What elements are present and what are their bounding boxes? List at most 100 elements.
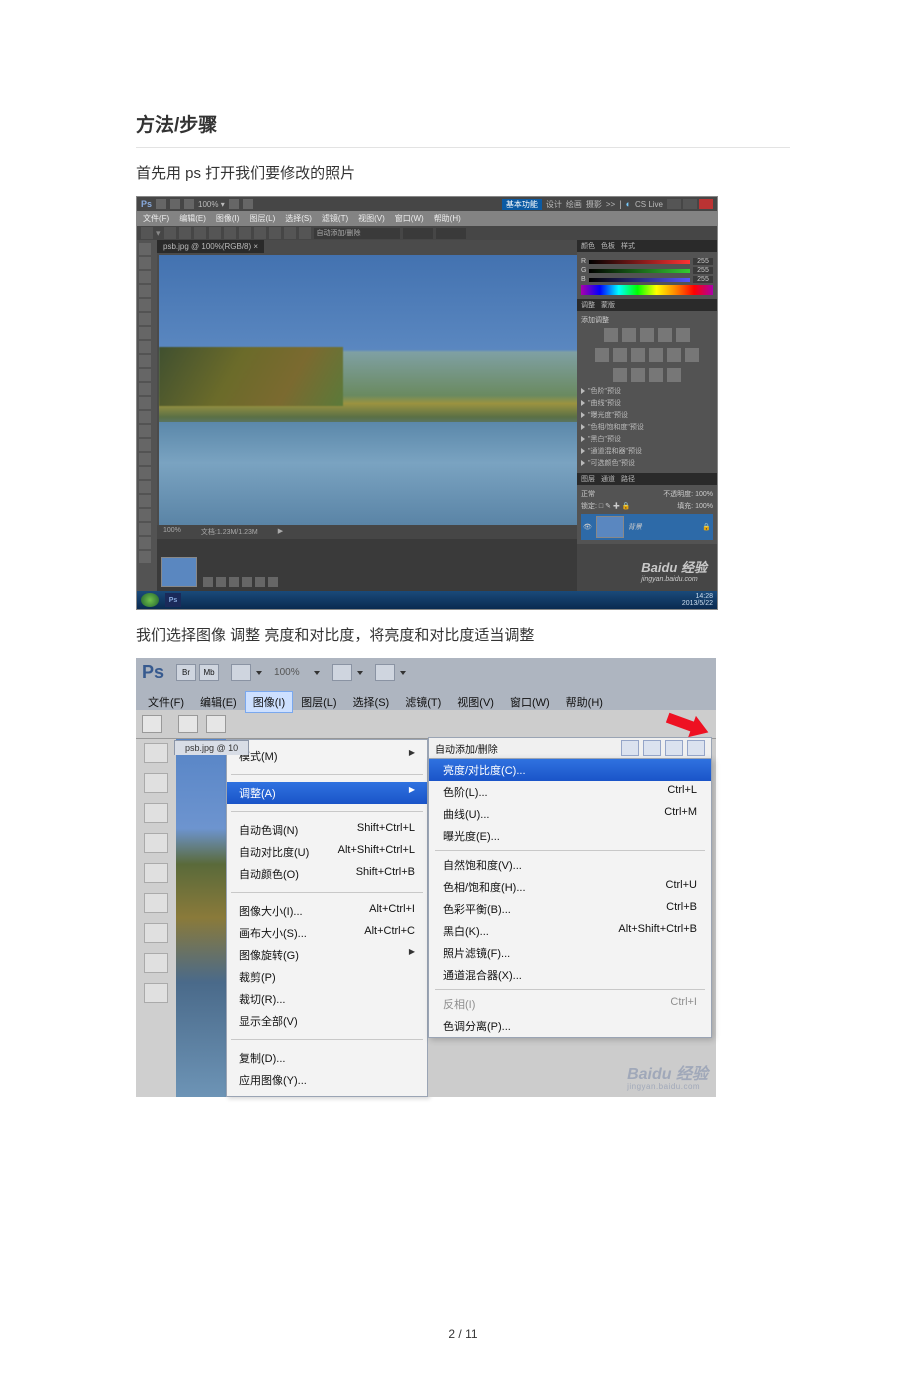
opacity-value[interactable]: 100% [695, 491, 713, 498]
menu-item-adjust[interactable]: 调整(A) [227, 782, 427, 804]
menu-item-bw[interactable]: 黑白(K)...Alt+Shift+Ctrl+B [429, 920, 711, 942]
tool-icon[interactable] [621, 740, 639, 756]
panel-tab-swatch[interactable]: 色板 [601, 241, 615, 251]
adjust-icon[interactable] [595, 348, 609, 362]
panel-tab-color[interactable]: 颜色 [581, 241, 595, 251]
stamp-tool-icon[interactable] [144, 983, 168, 1003]
marquee-tool-icon[interactable] [144, 773, 168, 793]
menu-item-posterize[interactable]: 色调分离(P)... [429, 1015, 711, 1037]
zoom-tool-icon[interactable] [139, 509, 151, 521]
adjust-icon[interactable] [613, 348, 627, 362]
blur-tool-icon[interactable] [139, 411, 151, 423]
menu-help[interactable]: 帮助(H) [434, 213, 461, 224]
zoom-field[interactable]: 100% [163, 527, 181, 537]
history-tool-icon[interactable] [139, 369, 151, 381]
taskbar-ps-icon[interactable]: Ps [165, 593, 181, 607]
stamp-tool-icon[interactable] [139, 355, 151, 367]
menu-select[interactable]: 选择(S) [345, 691, 398, 713]
start-icon[interactable] [141, 593, 159, 607]
heal-tool-icon[interactable] [139, 327, 151, 339]
mini-icon[interactable] [229, 577, 239, 587]
lasso-tool-icon[interactable] [139, 271, 151, 283]
menu-item-autocolor[interactable]: 自动颜色(O)Shift+Ctrl+B [227, 863, 427, 885]
brush-tool-icon[interactable] [144, 953, 168, 973]
close-icon[interactable] [699, 199, 713, 209]
adjust-icon[interactable] [613, 368, 627, 382]
adjust-icon[interactable] [685, 348, 699, 362]
menu-item-reveal[interactable]: 显示全部(V) [227, 1010, 427, 1032]
eraser-tool-icon[interactable] [139, 383, 151, 395]
adjust-icon[interactable] [649, 368, 663, 382]
launcher-br[interactable]: Br [176, 664, 196, 681]
g-value[interactable]: 255 [693, 267, 713, 274]
menu-window[interactable]: 窗口(W) [395, 213, 424, 224]
spectrum[interactable] [581, 285, 713, 295]
panel-tab-layers[interactable]: 图层 [581, 474, 595, 484]
move-tool-icon[interactable] [144, 743, 168, 763]
menu-item-colorbalance[interactable]: 色彩平衡(B)...Ctrl+B [429, 898, 711, 920]
path-tool-icon[interactable] [139, 467, 151, 479]
shape-tool-icon[interactable] [139, 481, 151, 493]
adjust-icon[interactable] [667, 368, 681, 382]
mini-icon[interactable] [255, 577, 265, 587]
menu-item-vibrance[interactable]: 自然饱和度(V)... [429, 854, 711, 876]
adjust-icon[interactable] [658, 328, 672, 342]
panel-tab-style[interactable]: 样式 [621, 241, 635, 251]
adjust-icon[interactable] [622, 328, 636, 342]
fill-value[interactable]: 100% [695, 503, 713, 510]
gradient-tool-icon[interactable] [139, 397, 151, 409]
adjust-icon[interactable] [604, 328, 618, 342]
doc-icon[interactable] [231, 664, 251, 681]
adjust-icon[interactable] [667, 348, 681, 362]
brush-icon[interactable] [206, 715, 226, 733]
document-tab[interactable]: psb.jpg @ 100%(RGB/8) × [157, 240, 264, 253]
mini-icon[interactable] [203, 577, 213, 587]
menu-file[interactable]: 文件(F) [143, 213, 169, 224]
menu-image[interactable]: 图像(I) [216, 213, 240, 224]
menu-item-photofilter[interactable]: 照片滤镜(F)... [429, 942, 711, 964]
menu-item-autocontrast[interactable]: 自动对比度(U)Alt+Shift+Ctrl+L [227, 841, 427, 863]
menu-item-exposure[interactable]: 曝光度(E)... [429, 825, 711, 847]
preset-item[interactable]: "曲线"预设 [581, 397, 713, 409]
eyedrop-tool-icon[interactable] [144, 893, 168, 913]
brush-icon[interactable] [142, 715, 162, 733]
wand-tool-icon[interactable] [139, 285, 151, 297]
fgbg-icon[interactable] [139, 523, 151, 535]
menu-item-duplicate[interactable]: 复制(D)... [227, 1047, 427, 1069]
menu-item-crop[interactable]: 裁剪(P) [227, 966, 427, 988]
crop-tool-icon[interactable] [144, 863, 168, 883]
nav-thumb[interactable] [161, 557, 197, 587]
min-icon[interactable] [667, 199, 681, 209]
menu-select[interactable]: 选择(S) [285, 213, 312, 224]
screen-icon[interactable] [139, 551, 151, 563]
marquee-tool-icon[interactable] [139, 257, 151, 269]
preset-item[interactable]: "色阶"预设 [581, 385, 713, 397]
menu-item-curves[interactable]: 曲线(U)...Ctrl+M [429, 803, 711, 825]
preset-item[interactable]: "可选颜色"预设 [581, 457, 713, 469]
layer-thumb[interactable] [596, 516, 624, 538]
r-value[interactable]: 255 [693, 258, 713, 265]
preset-item[interactable]: "色相/饱和度"预设 [581, 421, 713, 433]
crop-tool-icon[interactable] [139, 299, 151, 311]
tool-icon[interactable] [665, 740, 683, 756]
panel-tab-paths[interactable]: 路径 [621, 474, 635, 484]
dodge-tool-icon[interactable] [139, 425, 151, 437]
type-tool-icon[interactable] [139, 453, 151, 465]
pen-tool-icon[interactable] [139, 439, 151, 451]
hand-tool-icon[interactable] [139, 495, 151, 507]
grid-icon[interactable] [332, 664, 352, 681]
brush-icon[interactable] [178, 715, 198, 733]
menu-view[interactable]: 视图(V) [449, 691, 502, 713]
move-tool-icon[interactable] [139, 243, 151, 255]
heal-tool-icon[interactable] [144, 923, 168, 943]
menu-item-brightness-contrast[interactable]: 亮度/对比度(C)... [429, 759, 711, 781]
menu-item-levels[interactable]: 色阶(L)...Ctrl+L [429, 781, 711, 803]
layer-name[interactable]: 背景 [628, 522, 642, 532]
menu-item-rotate[interactable]: 图像旋转(G) [227, 944, 427, 966]
max-icon[interactable] [683, 199, 697, 209]
menu-window[interactable]: 窗口(W) [502, 691, 558, 713]
wand-tool-icon[interactable] [144, 833, 168, 853]
launcher-mb[interactable]: Mb [199, 664, 219, 681]
menu-item-mode[interactable]: 模式(M) [227, 745, 427, 767]
zoom-value[interactable]: 100% [274, 667, 300, 678]
